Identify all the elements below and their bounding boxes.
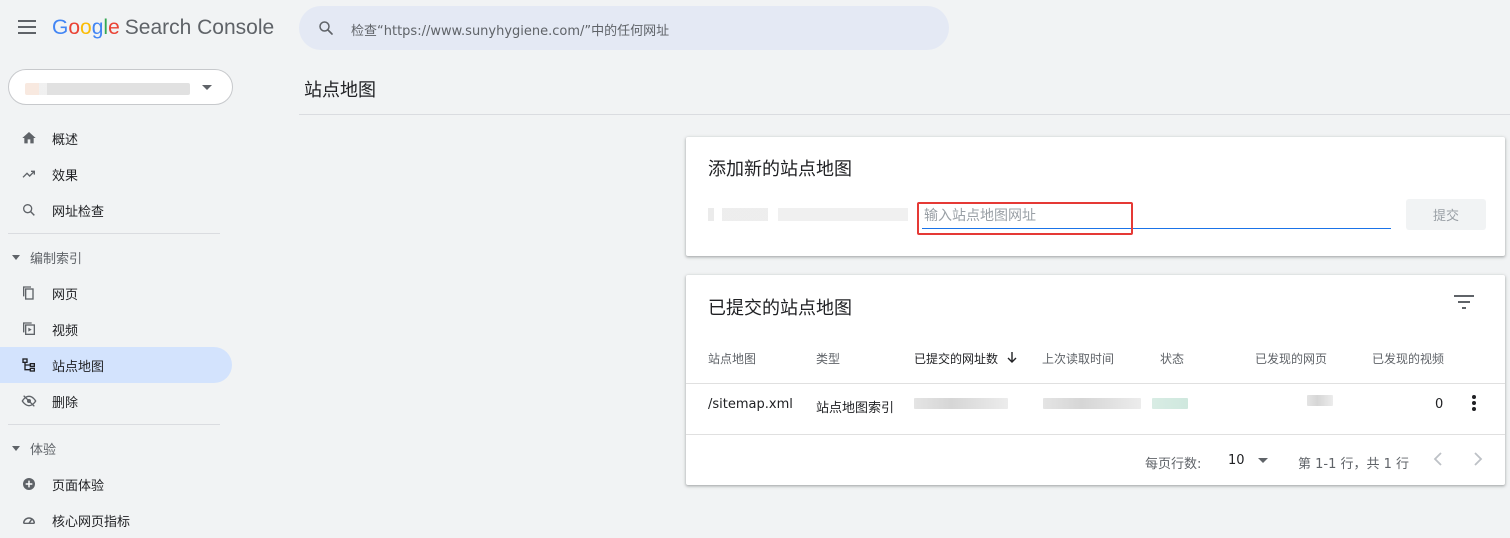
column-header-sitemap[interactable]: 站点地图 xyxy=(708,350,756,367)
cell-discovered-pages-redacted xyxy=(1307,395,1333,406)
chevron-right-icon xyxy=(1474,452,1483,466)
section-label: 体验 xyxy=(30,442,57,458)
sidebar-item-label: 站点地图 xyxy=(52,359,105,375)
sidebar-item-label: 视频 xyxy=(52,323,79,339)
sidebar-item-sitemaps[interactable]: 站点地图 xyxy=(0,347,232,383)
divider xyxy=(686,434,1505,435)
page-experience-icon xyxy=(20,475,38,493)
top-bar: Google Search Console 检查“https://www.suny… xyxy=(0,0,1510,58)
previous-page-button[interactable] xyxy=(1428,449,1448,469)
submit-button[interactable]: 提交 xyxy=(1406,199,1486,230)
divider xyxy=(8,233,220,234)
column-header-type[interactable]: 类型 xyxy=(816,350,840,367)
more-vert-icon[interactable] xyxy=(1471,395,1477,413)
cell-sitemap: /sitemap.xml xyxy=(708,397,793,412)
chevron-down-icon xyxy=(202,85,212,90)
sidebar-item-performance[interactable]: 效果 xyxy=(0,156,240,192)
section-indexing[interactable]: 编制索引 xyxy=(0,239,240,275)
divider xyxy=(686,383,1505,384)
arrow-down-icon xyxy=(1007,352,1017,363)
sidebar-item-label: 页面体验 xyxy=(52,478,105,494)
url-inspection-search[interactable]: 检查“https://www.sunyhygiene.com/”中的任何网址 xyxy=(299,6,949,50)
home-icon xyxy=(20,129,38,147)
column-header-status[interactable]: 状态 xyxy=(1160,350,1184,367)
cell-submitted-urls-redacted xyxy=(914,398,1008,409)
sitemap-url-prefix-redacted xyxy=(708,208,908,221)
sitemap-url-input[interactable] xyxy=(922,203,1391,229)
sidebar-item-label: 概述 xyxy=(52,132,79,148)
sidebar-item-label: 网址检查 xyxy=(52,204,105,220)
section-label: 编制索引 xyxy=(30,251,83,267)
chevron-down-icon xyxy=(1258,458,1268,463)
pages-icon xyxy=(20,284,38,302)
collapse-icon xyxy=(12,445,20,451)
chevron-left-icon xyxy=(1433,452,1442,466)
sidebar-item-label: 核心网页指标 xyxy=(52,514,131,530)
column-header-label: 已提交的网址数 xyxy=(914,352,999,366)
collapse-icon xyxy=(12,254,20,260)
sidebar-item-label: 效果 xyxy=(52,168,79,184)
column-header-submitted-urls[interactable]: 已提交的网址数 xyxy=(914,350,1017,367)
pagination-range: 第 1-1 行，共 1 行 xyxy=(1298,457,1410,472)
filter-icon[interactable] xyxy=(1454,295,1474,309)
add-sitemap-title: 添加新的站点地图 xyxy=(708,159,852,180)
add-sitemap-card: 添加新的站点地图 提交 xyxy=(686,137,1505,256)
divider xyxy=(8,424,220,425)
sidebar-item-label: 删除 xyxy=(52,395,79,411)
page-title: 站点地图 xyxy=(304,80,376,101)
rows-per-page-label: 每页行数: xyxy=(1145,457,1202,472)
next-page-button[interactable] xyxy=(1468,449,1488,469)
rows-per-page-select[interactable]: 10 xyxy=(1224,447,1274,473)
sidebar-item-url-inspection[interactable]: 网址检查 xyxy=(0,192,240,228)
video-icon xyxy=(20,320,38,338)
column-header-discovered-pages[interactable]: 已发现的网页 xyxy=(1255,350,1327,367)
sidebar-item-page-experience[interactable]: 页面体验 xyxy=(0,466,240,502)
submitted-sitemaps-title: 已提交的站点地图 xyxy=(708,298,852,319)
search-placeholder: 检查“https://www.sunyhygiene.com/”中的任何网址 xyxy=(351,24,670,39)
cell-status-redacted xyxy=(1152,398,1188,409)
sidebar-item-pages[interactable]: 网页 xyxy=(0,275,240,311)
sidebar-nav: 概述 效果 网址检查 编制索引 网页 视频 站点地图 删除 体验 页面体验 核心 xyxy=(0,120,240,538)
sidebar-item-label: 网页 xyxy=(52,287,79,303)
column-header-last-read[interactable]: 上次读取时间 xyxy=(1042,350,1114,367)
search-icon xyxy=(20,201,38,219)
sitemap-icon xyxy=(20,356,38,374)
property-name-redacted xyxy=(25,83,190,95)
divider xyxy=(299,114,1510,115)
removals-icon xyxy=(20,392,38,410)
submitted-sitemaps-card: 已提交的站点地图 站点地图 类型 已提交的网址数 上次读取时间 状态 已发现的网… xyxy=(686,275,1505,485)
cell-last-read-redacted xyxy=(1043,398,1141,409)
cell-type: 站点地图索引 xyxy=(816,401,895,416)
sidebar-item-overview[interactable]: 概述 xyxy=(0,120,240,156)
menu-icon[interactable] xyxy=(18,20,36,34)
sidebar-item-core-web-vitals[interactable]: 核心网页指标 xyxy=(0,502,240,538)
sidebar-item-videos[interactable]: 视频 xyxy=(0,311,240,347)
sidebar-item-removals[interactable]: 删除 xyxy=(0,383,240,419)
section-experience[interactable]: 体验 xyxy=(0,430,240,466)
core-web-vitals-icon xyxy=(20,511,38,529)
property-selector[interactable] xyxy=(8,69,233,105)
trending-up-icon xyxy=(20,165,38,183)
logo-product: Search Console xyxy=(124,16,275,39)
search-icon xyxy=(319,21,333,35)
rows-per-page-value: 10 xyxy=(1228,453,1245,468)
column-header-discovered-videos[interactable]: 已发现的视频 xyxy=(1372,350,1444,367)
logo[interactable]: Google Search Console xyxy=(52,16,274,40)
cell-discovered-videos: 0 xyxy=(1435,397,1444,412)
